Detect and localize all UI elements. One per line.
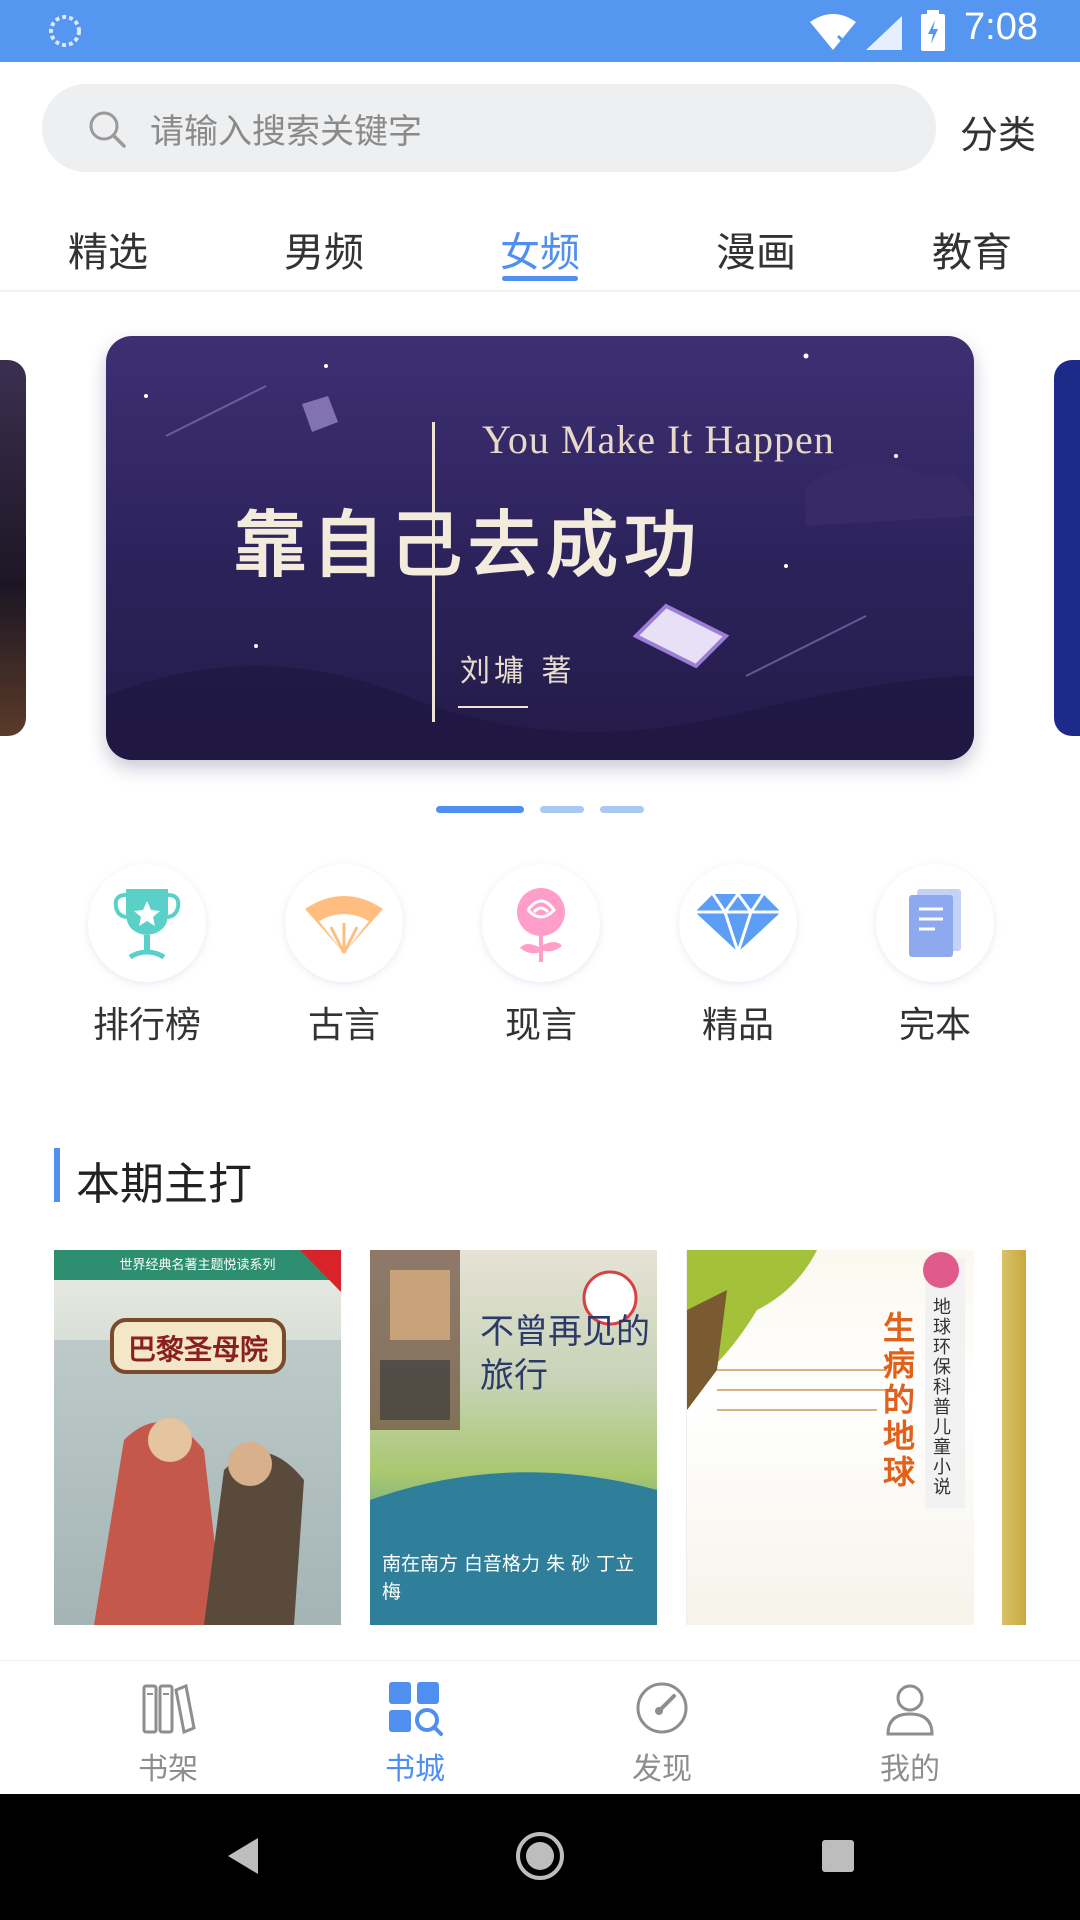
- book-authors: 南在南方 白音格力 朱 砂 丁立梅: [382, 1553, 635, 1603]
- status-time: 7:08: [964, 6, 1038, 48]
- recents-icon[interactable]: [820, 1838, 856, 1874]
- pager-dot[interactable]: [600, 806, 644, 813]
- book-card[interactable]: [1002, 1250, 1026, 1625]
- signal-icon: [866, 16, 902, 50]
- banner-subtitle: You Make It Happen: [482, 417, 835, 462]
- pager-dot[interactable]: [540, 806, 584, 813]
- tab-jingxuan[interactable]: 精选: [48, 220, 168, 278]
- tab-indicator: [502, 276, 578, 281]
- nav-profile[interactable]: 我的: [830, 1660, 990, 1794]
- discover-icon: [636, 1682, 688, 1734]
- section-title: 本期主打: [76, 1159, 252, 1210]
- category-xianyan-label: 现言: [504, 1005, 577, 1046]
- nav-bookstore[interactable]: 书城: [335, 1660, 495, 1794]
- nav-discover[interactable]: 发现: [582, 1660, 742, 1794]
- banner-author-underline: [458, 706, 528, 708]
- banner-author: 刘墉 著: [460, 654, 576, 689]
- nav-bookstore-label: 书城: [385, 1752, 445, 1787]
- banner-previous-slide[interactable]: [0, 360, 26, 736]
- category-jingpin[interactable]: [679, 864, 797, 982]
- nav-discover-label: 发现: [632, 1752, 692, 1787]
- book-title: 生病的地球: [883, 1309, 916, 1491]
- tab-jiaoyu[interactable]: 教育: [912, 220, 1032, 278]
- book-stack-icon: [909, 889, 961, 957]
- home-icon[interactable]: [514, 1830, 566, 1882]
- book-card[interactable]: 生病的地球 地球环保科普儿童小说: [686, 1250, 974, 1625]
- battery-icon: [921, 10, 945, 51]
- status-bar: 7:08: [0, 0, 1080, 62]
- tab-manhua[interactable]: 漫画: [696, 220, 816, 278]
- banner-next-slide[interactable]: [1054, 360, 1080, 736]
- book-cover-art: [54, 1250, 341, 1625]
- nav-profile-label: 我的: [880, 1752, 940, 1787]
- category-link[interactable]: 分类: [960, 104, 1036, 159]
- tab-nvpin[interactable]: 女频: [480, 220, 600, 278]
- book-series: 世界经典名著主题悦读系列: [119, 1258, 276, 1273]
- book-card[interactable]: 世界经典名著主题悦读系列 巴黎圣母院: [54, 1250, 341, 1625]
- category-wanben-label: 完本: [898, 1005, 971, 1046]
- tab-nanpin[interactable]: 男频: [264, 220, 384, 278]
- loading-icon: [49, 15, 81, 47]
- search-icon: [89, 111, 126, 148]
- profile-icon: [886, 1684, 934, 1736]
- category-jingpin-label: 精品: [701, 1005, 774, 1046]
- section-accent-bar: [54, 1148, 60, 1202]
- book-title: 不曾再见的旅行: [480, 1312, 650, 1396]
- back-icon[interactable]: [222, 1834, 262, 1878]
- tabs-divider: [0, 290, 1080, 292]
- fan-icon: [305, 896, 383, 954]
- system-navigation-bar: [0, 1794, 1080, 1920]
- category-wanben[interactable]: [876, 864, 994, 982]
- banner-title: 靠自己去成功: [234, 502, 703, 587]
- category-ranking-label: 排行榜: [92, 1005, 201, 1046]
- search-input[interactable]: 请输入搜索关键字: [42, 84, 936, 172]
- category-guyan[interactable]: [285, 864, 403, 982]
- book-card[interactable]: 不曾再见的旅行 南在南方 白音格力 朱 砂 丁立梅: [370, 1250, 657, 1625]
- nav-bookshelf-label: 书架: [138, 1752, 198, 1787]
- bookstore-icon: [389, 1682, 443, 1736]
- nav-bookshelf[interactable]: 书架: [88, 1660, 248, 1794]
- bookshelf-icon: [142, 1683, 196, 1735]
- book-cover-art: [687, 1250, 965, 1508]
- pager-dot-active[interactable]: [436, 806, 524, 813]
- trophy-icon: [113, 889, 181, 960]
- diamond-icon: [695, 892, 781, 954]
- banner-slide[interactable]: You Make It Happen 靠自己去成功 刘墉 著: [106, 336, 974, 760]
- category-ranking[interactable]: [88, 864, 206, 982]
- wifi-icon: [810, 14, 856, 50]
- category-guyan-label: 古言: [307, 1005, 380, 1046]
- category-xianyan[interactable]: [482, 864, 600, 982]
- book-title: 巴黎圣母院: [127, 1333, 268, 1366]
- rose-icon: [517, 888, 565, 962]
- book-series: 地球环保科普儿童小说: [933, 1297, 951, 1498]
- search-placeholder: 请输入搜索关键字: [150, 112, 422, 152]
